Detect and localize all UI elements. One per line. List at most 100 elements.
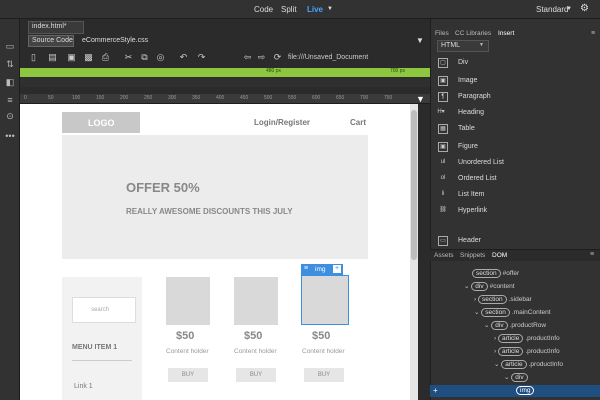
buy-button[interactable]: BUY [236,368,276,382]
insert-item-list-item[interactable]: li List Item [432,188,592,204]
live-code-icon[interactable]: ◧ [4,77,16,87]
heading-icon: H▾ [437,109,445,115]
inspect-icon[interactable]: ⊙ [4,111,16,121]
open-documents-icon[interactable]: ▭ [4,41,16,51]
print-icon[interactable]: ⎙ [100,52,111,63]
expand-icon[interactable]: ⌄ [484,322,491,329]
dom-selected-row[interactable]: + img [430,385,600,397]
view-live-button[interactable]: Live [307,5,323,14]
expand-icon[interactable]: ⌄ [474,309,481,316]
insert-item-label: Unordered List [458,159,504,166]
dom-node[interactable]: › article .productInfo [494,333,560,344]
product-image[interactable] [234,277,278,325]
format-source-icon[interactable]: ≡ [4,95,16,105]
dom-node[interactable]: ⌄ div [504,372,530,383]
unordered-list-icon: ul [440,159,446,165]
related-file-tab[interactable]: eCommerceStyle.css [82,37,148,44]
view-split-button[interactable]: Split [281,5,297,14]
workspace-switcher[interactable]: Standard [536,5,568,14]
gear-icon[interactable]: ⚙ [580,3,589,14]
filter-icon[interactable]: ▼ [416,36,424,45]
login-register-link[interactable]: Login/Register [254,118,310,127]
save-all-icon[interactable]: ▩ [83,52,94,63]
add-node-icon[interactable]: + [433,386,438,395]
insert-item-heading[interactable]: H▾ Heading [432,106,592,122]
dom-selector: .productInfo [528,361,563,368]
panel-menu-icon[interactable]: ≡ [591,30,595,37]
menu-item-title[interactable]: MENU ITEM 1 [72,344,117,351]
chevron-down-icon[interactable]: ▼ [327,6,333,12]
dom-selector: .productInfo [525,348,560,355]
dom-tag: div [491,321,508,330]
sidebar-link[interactable]: Link 1 [74,383,93,390]
dom-node[interactable]: ⌄ article .productInfo [494,359,563,370]
product-image[interactable] [166,277,210,325]
dom-node-selected[interactable]: img [516,386,536,395]
dom-node[interactable]: ⌄ section .mainContent [474,307,551,318]
hamburger-icon[interactable]: ≡ [304,265,308,272]
forward-icon[interactable]: ⇨ [256,52,267,63]
tab-cc-libraries[interactable]: CC Libraries [455,30,491,37]
insert-item-div[interactable]: ▢ Div [432,56,592,72]
product-content-holder: Content holder [166,348,209,355]
file-management-icon[interactable]: ⇅ [4,59,16,69]
back-icon[interactable]: ⇦ [242,52,253,63]
header-icon: ▭ [438,236,448,246]
view-code-button[interactable]: Code [254,5,273,14]
dom-node[interactable]: section #offer [472,268,519,279]
selected-product-image[interactable] [301,275,349,325]
buy-button[interactable]: BUY [304,368,344,382]
insert-item-header[interactable]: ▭ Header [432,234,592,250]
ruler-tick: 50 [48,95,54,101]
dom-node[interactable]: ⌄ div .productRow [484,320,546,331]
scrollbar-thumb[interactable] [411,110,417,260]
more-icon[interactable]: ••• [4,131,16,141]
logo-text: LOGO [88,118,115,128]
tab-snippets[interactable]: Snippets [460,252,485,259]
insert-item-figure[interactable]: ▣ Figure [432,140,592,156]
undo-icon[interactable]: ↶ [178,52,189,63]
expand-icon[interactable]: ⌄ [494,361,501,368]
refresh-icon[interactable]: ⟳ [272,52,283,63]
chevron-down-icon[interactable]: ▼ [566,6,572,12]
cart-link[interactable]: Cart [350,118,366,127]
new-document-icon[interactable]: ▯ [28,52,39,63]
add-class-icon[interactable]: + [333,265,341,273]
viewport-handle-icon[interactable]: ▼ [416,94,425,104]
cut-icon[interactable]: ✂ [123,52,134,63]
dom-node[interactable]: › article .productInfo [494,346,560,357]
copy-icon[interactable]: ⧉ [139,52,150,63]
insert-item-label: Image [458,77,478,84]
horizontal-ruler: 0 50 100 150 200 250 300 350 400 450 500… [20,94,430,104]
tab-insert[interactable]: Insert [498,30,514,37]
ruler-tick: 550 [288,95,297,101]
save-icon[interactable]: ▣ [66,52,77,63]
tab-dom[interactable]: DOM [492,252,507,259]
redo-icon[interactable]: ↷ [196,52,207,63]
media-query-bar[interactable]: 480 px 700 px [20,68,430,77]
insert-item-paragraph[interactable]: ¶ Paragraph [432,90,592,106]
tab-assets[interactable]: Assets [434,252,454,259]
insert-item-unordered-list[interactable]: ul Unordered List [432,156,592,172]
address-field[interactable]: file:///Unsaved_Document [288,52,428,64]
paste-icon[interactable]: ◎ [155,52,166,63]
insert-item-table[interactable]: ▦ Table [432,122,592,138]
panel-menu-icon[interactable]: ≡ [590,251,594,258]
buy-button[interactable]: BUY [168,368,208,382]
dom-node[interactable]: ⌄ div #content [464,281,515,292]
open-folder-icon[interactable]: ▤ [47,52,58,63]
sidebar [62,277,142,400]
source-code-label: Source Code [32,37,73,44]
insert-item-hyperlink[interactable]: ⛓ Hyperlink [432,204,592,220]
insert-item-label: Figure [458,143,478,150]
insert-item-ordered-list[interactable]: ol Ordered List [432,172,592,188]
insert-item-label: Heading [458,109,485,116]
dom-tag: section [481,308,510,317]
expand-icon[interactable]: ⌄ [464,283,471,290]
chevron-down-icon[interactable]: ▼ [479,42,484,48]
product-content-holder: Content holder [302,348,345,355]
insert-item-image[interactable]: ▣ Image [432,74,592,90]
expand-icon[interactable]: ⌄ [504,374,511,381]
tab-files[interactable]: Files [435,30,449,37]
dom-node[interactable]: › section .sidebar [474,294,532,305]
